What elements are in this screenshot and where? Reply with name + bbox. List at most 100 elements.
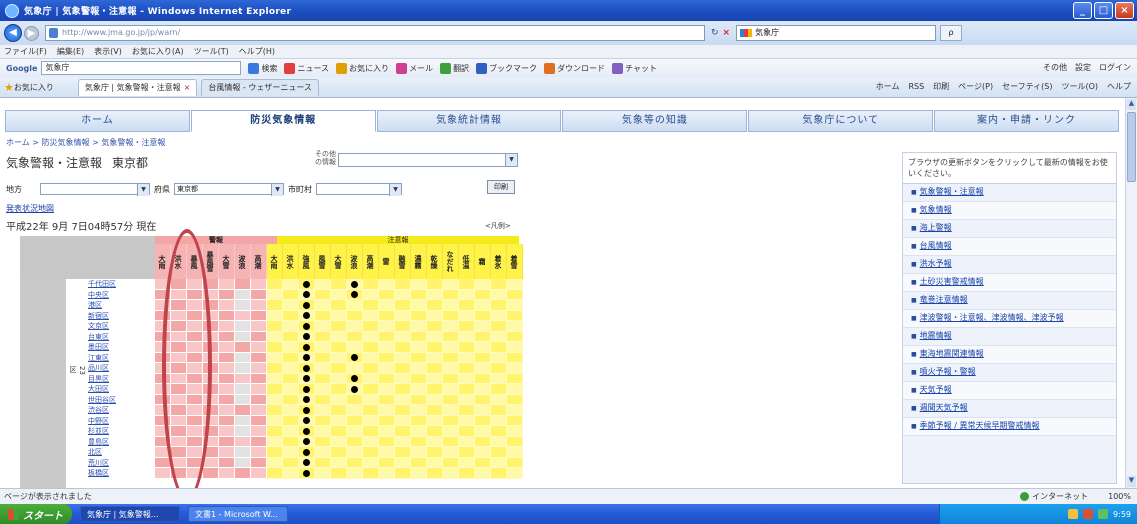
breadcrumb[interactable]: ホーム > 防災気象情報 > 気象警報・注意報 bbox=[6, 137, 165, 148]
advisory-cell bbox=[363, 363, 379, 374]
back-button[interactable]: ◀ bbox=[4, 24, 22, 42]
prefecture-select[interactable]: 東京都 ▼ bbox=[174, 183, 284, 196]
url-input[interactable]: http://www.jma.go.jp/jp/warn/ bbox=[45, 25, 705, 41]
menu-item[interactable]: ツール(T) bbox=[194, 46, 229, 57]
sidebar-link[interactable]: 洪水予報 bbox=[903, 256, 1116, 274]
other-info-select[interactable]: ▼ bbox=[338, 153, 518, 167]
ward-link[interactable]: 文京区 bbox=[82, 321, 155, 332]
area-select[interactable]: ▼ bbox=[40, 183, 150, 196]
google-tool-button[interactable]: 検索 bbox=[248, 62, 277, 74]
sidebar-link[interactable]: 週間天気予報 bbox=[903, 400, 1116, 418]
menu-item[interactable]: 編集(E) bbox=[57, 46, 84, 57]
ward-link[interactable]: 大田区 bbox=[82, 384, 155, 395]
google-tool-button[interactable]: チャット bbox=[612, 62, 657, 74]
ward-link[interactable]: 荒川区 bbox=[82, 458, 155, 469]
sidebar-link[interactable]: 天気予報 bbox=[903, 382, 1116, 400]
ward-link[interactable]: 世田谷区 bbox=[82, 395, 155, 406]
browser-tab[interactable]: 気象庁 | 気象警報・注意報 × bbox=[77, 78, 198, 96]
minimize-button[interactable]: _ bbox=[1073, 2, 1092, 19]
command-button[interactable]: RSS bbox=[908, 82, 924, 91]
warning-cell bbox=[219, 352, 235, 363]
menu-item[interactable]: ファイル(F) bbox=[4, 46, 47, 57]
command-button[interactable]: ホーム bbox=[876, 81, 900, 92]
google-tool-button[interactable]: ブックマーク bbox=[476, 62, 537, 74]
legend-link[interactable]: <凡例> bbox=[485, 221, 511, 231]
command-button[interactable]: 印刷 bbox=[933, 81, 949, 92]
site-nav-tab[interactable]: 気象等の知識 bbox=[562, 110, 748, 132]
sidebar-link[interactable]: 土砂災害警戒情報 bbox=[903, 274, 1116, 292]
sidebar-link[interactable]: 東海地震関連情報 bbox=[903, 346, 1116, 364]
ward-link[interactable]: 台東区 bbox=[82, 332, 155, 343]
close-button[interactable]: × bbox=[1115, 2, 1134, 19]
ward-link[interactable]: 中央区 bbox=[82, 290, 155, 301]
google-tool-button[interactable]: お気に入り bbox=[336, 62, 389, 74]
site-nav-tab[interactable]: 案内・申請・リンク bbox=[934, 110, 1119, 132]
google-tool-button[interactable]: メール bbox=[396, 62, 433, 74]
menu-item[interactable]: 表示(V) bbox=[94, 46, 122, 57]
start-button[interactable]: スタート bbox=[0, 504, 72, 524]
ward-link[interactable]: 豊島区 bbox=[82, 437, 155, 448]
vertical-scrollbar[interactable]: ▲ ▼ bbox=[1125, 98, 1137, 488]
scroll-up-icon[interactable]: ▲ bbox=[1127, 99, 1136, 110]
sidebar-link[interactable]: 台風情報 bbox=[903, 238, 1116, 256]
refresh-icon[interactable]: ↻ bbox=[711, 28, 719, 38]
ward-link[interactable]: 港区 bbox=[82, 300, 155, 311]
sidebar-link[interactable]: 季節予報 / 異常天候早期警戒情報 bbox=[903, 418, 1116, 436]
sidebar-link[interactable]: 気象情報 bbox=[903, 202, 1116, 220]
browser-search-input[interactable]: 気象庁 bbox=[736, 25, 937, 41]
google-tool-button[interactable]: ニュース bbox=[284, 62, 329, 74]
menu-item[interactable]: ヘルプ(H) bbox=[239, 46, 275, 57]
sidebar-link[interactable]: 海上警報 bbox=[903, 220, 1116, 238]
site-nav-tab[interactable]: ホーム bbox=[5, 110, 190, 132]
menu-item[interactable]: お気に入り(A) bbox=[132, 46, 184, 57]
tray-icon[interactable] bbox=[1068, 509, 1079, 519]
browser-tab[interactable]: 台風情報 - ウェザーニュース bbox=[201, 78, 319, 96]
site-nav-tab[interactable]: 気象庁について bbox=[748, 110, 934, 132]
tray-icon[interactable] bbox=[1098, 509, 1109, 519]
command-button[interactable]: ページ(P) bbox=[958, 81, 993, 92]
ward-link[interactable]: 新宿区 bbox=[82, 311, 155, 322]
sidebar-link[interactable]: 津波警報・注意報、津波情報、津波予報 bbox=[903, 310, 1116, 328]
command-button[interactable]: セーフティ(S) bbox=[1002, 81, 1052, 92]
site-nav-tab[interactable]: 気象統計情報 bbox=[376, 110, 562, 132]
google-right-button[interactable]: 設定 bbox=[1075, 62, 1091, 73]
scroll-down-icon[interactable]: ▼ bbox=[1127, 476, 1136, 487]
zoom-level[interactable]: 100% bbox=[1108, 492, 1131, 501]
scroll-thumb[interactable] bbox=[1127, 112, 1136, 182]
sidebar-link[interactable]: 噴火予報・警報 bbox=[903, 364, 1116, 382]
google-tool-button[interactable]: ダウンロード bbox=[544, 62, 605, 74]
command-button[interactable]: ツール(O) bbox=[1061, 81, 1098, 92]
ward-link[interactable]: 北区 bbox=[82, 447, 155, 458]
favorites-star-icon[interactable]: ★ bbox=[4, 81, 14, 94]
ward-link[interactable]: 品川区 bbox=[82, 363, 155, 374]
city-select[interactable]: ▼ bbox=[316, 183, 402, 196]
favorites-label[interactable]: お気に入り bbox=[14, 82, 54, 93]
taskbar-button[interactable]: 文書1 - Microsoft W... bbox=[188, 506, 288, 522]
close-icon[interactable]: × bbox=[184, 83, 191, 92]
ward-link[interactable]: 板橋区 bbox=[82, 468, 155, 479]
forward-button[interactable]: ▶ bbox=[24, 25, 39, 41]
google-right-button[interactable]: その他 bbox=[1043, 62, 1067, 73]
sidebar-link[interactable]: 竜巻注意情報 bbox=[903, 292, 1116, 310]
command-button[interactable]: ヘルプ bbox=[1107, 81, 1131, 92]
google-right-button[interactable]: ログイン bbox=[1099, 62, 1131, 73]
print-button[interactable]: 印刷 bbox=[487, 180, 515, 194]
ward-link[interactable]: 渋谷区 bbox=[82, 405, 155, 416]
maximize-button[interactable]: □ bbox=[1094, 2, 1113, 19]
ward-link[interactable]: 千代田区 bbox=[82, 279, 155, 290]
sidebar-link[interactable]: 気象警報・注意報 bbox=[903, 184, 1116, 202]
map-link[interactable]: 発表状況地図 bbox=[6, 203, 54, 214]
ward-link[interactable]: 中野区 bbox=[82, 416, 155, 427]
site-nav-tab[interactable]: 防災気象情報 bbox=[190, 110, 376, 132]
ward-link[interactable]: 目黒区 bbox=[82, 374, 155, 385]
ward-link[interactable]: 江東区 bbox=[82, 353, 155, 364]
google-tool-button[interactable]: 翻訳 bbox=[440, 62, 469, 74]
stop-icon[interactable]: × bbox=[723, 28, 731, 38]
search-icon[interactable]: ρ bbox=[940, 25, 963, 41]
sidebar-link[interactable]: 地震情報 bbox=[903, 328, 1116, 346]
taskbar-button[interactable]: 気象庁 | 気象警報... bbox=[80, 506, 180, 522]
tray-icon[interactable] bbox=[1083, 509, 1094, 519]
ward-link[interactable]: 墨田区 bbox=[82, 342, 155, 353]
google-search-input[interactable]: 気象庁 bbox=[41, 61, 242, 75]
ward-link[interactable]: 杉並区 bbox=[82, 426, 155, 437]
